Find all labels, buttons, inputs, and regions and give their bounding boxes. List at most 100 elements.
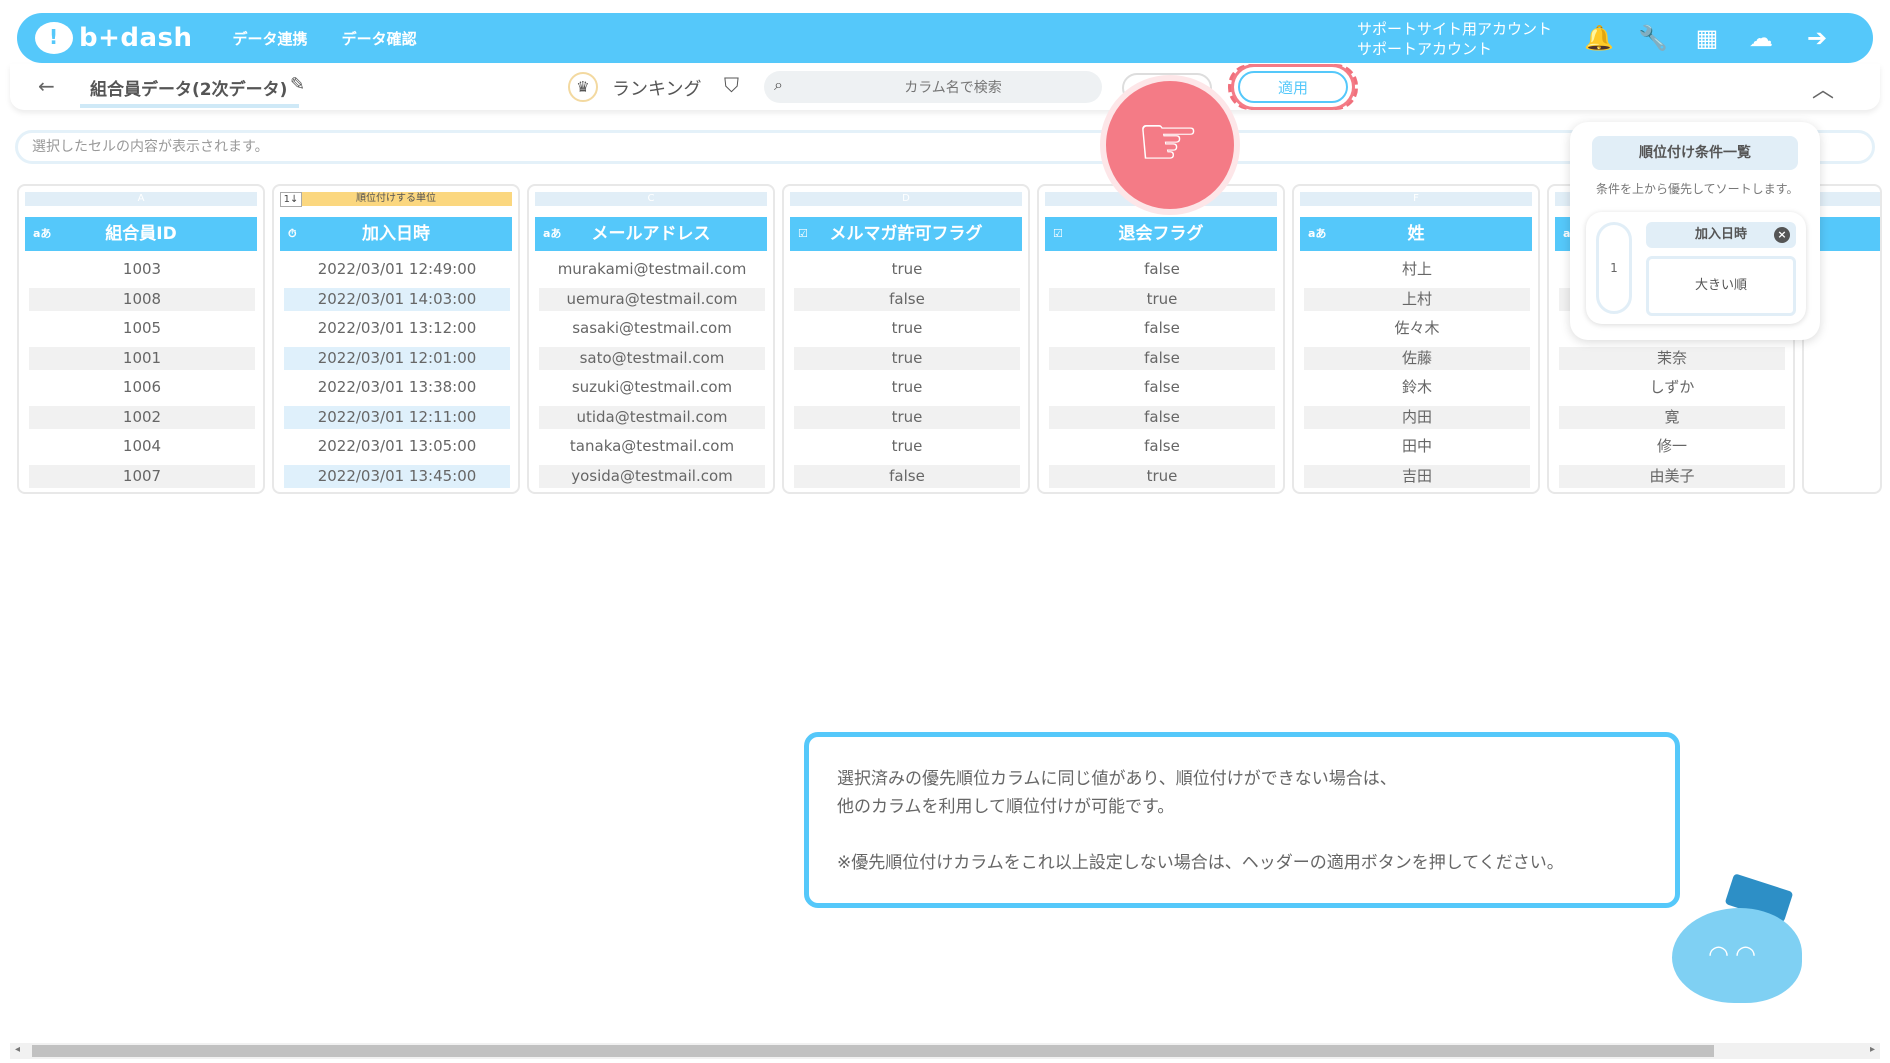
table-cell[interactable]: 1008 xyxy=(29,287,255,311)
table-cell[interactable]: sato@testmail.com xyxy=(539,346,765,370)
logout-icon[interactable]: ➔ xyxy=(1801,23,1833,53)
table-cell[interactable]: 寛 xyxy=(1559,405,1785,429)
table-cell[interactable]: utida@testmail.com xyxy=(539,405,765,429)
beginner-mark-icon[interactable]: ⛉ xyxy=(724,73,739,97)
table-cell[interactable]: false xyxy=(1049,405,1275,429)
condition-item[interactable]: 1 加入日時 × 大きい順 xyxy=(1586,212,1806,324)
table-cell[interactable]: false xyxy=(1049,376,1275,399)
table-cell[interactable]: 2022/03/01 13:38:00 xyxy=(284,376,510,399)
table-cell[interactable]: 2022/03/01 12:11:00 xyxy=(284,405,510,429)
apply-button[interactable]: 適用 xyxy=(1238,71,1348,103)
table-cell[interactable]: true xyxy=(794,405,1020,429)
table-cell[interactable]: 1005 xyxy=(29,317,255,340)
table-cell[interactable]: yosida@testmail.com xyxy=(539,464,765,488)
column-name: 姓 xyxy=(1407,224,1425,244)
scrollbar-thumb[interactable] xyxy=(32,1045,1714,1057)
table-cell[interactable]: false xyxy=(1049,346,1275,370)
table-cell[interactable]: 吉田 xyxy=(1304,464,1530,488)
column-card[interactable]: F aあ 姓 村上 上村 佐々木 佐藤 鈴木 内田 田中 吉田 xyxy=(1292,184,1540,494)
table-cell[interactable]: 佐藤 xyxy=(1304,346,1530,370)
column-card[interactable]: C aあ メールアドレス murakami@testmail.com uemur… xyxy=(527,184,775,494)
table-cell[interactable]: true xyxy=(794,376,1020,399)
column-search-input[interactable] xyxy=(764,71,1102,103)
table-cell[interactable]: 2022/03/01 13:45:00 xyxy=(284,464,510,488)
table-cell[interactable]: false xyxy=(794,287,1020,311)
back-arrow-icon[interactable]: ← xyxy=(38,74,55,98)
table-cell[interactable]: suzuki@testmail.com xyxy=(539,376,765,399)
bell-icon[interactable]: 🔔 xyxy=(1583,23,1615,53)
table-cell[interactable]: 1004 xyxy=(29,435,255,458)
table-cell[interactable]: true xyxy=(794,258,1020,281)
table-cell[interactable]: false xyxy=(1049,435,1275,458)
pointer-hand-indicator: ☞ xyxy=(1100,75,1240,215)
table-cell[interactable]: murakami@testmail.com xyxy=(539,258,765,281)
table-cell[interactable]: uemura@testmail.com xyxy=(539,287,765,311)
column-cells: 1003 1008 1005 1001 1006 1002 1004 1007 xyxy=(29,258,255,494)
table-cell[interactable]: true xyxy=(1049,464,1275,488)
column-header[interactable]: aあ 組合員ID xyxy=(25,217,257,251)
pencil-icon[interactable]: ✎ xyxy=(290,74,305,95)
tooltip-line: 他のカラムを利用して順位付けが可能です。 xyxy=(837,797,1175,817)
app-logo[interactable]: b+dash xyxy=(35,22,193,54)
table-cell[interactable]: false xyxy=(1049,317,1275,340)
nav-data-integration[interactable]: データ連携 xyxy=(233,28,308,49)
table-cell[interactable]: sasaki@testmail.com xyxy=(539,317,765,340)
table-cell[interactable]: 1006 xyxy=(29,376,255,399)
column-letter: D xyxy=(790,192,1022,206)
column-header[interactable]: aあ 姓 xyxy=(1300,217,1532,251)
column-header[interactable]: ☑ 退会フラグ xyxy=(1045,217,1277,251)
column-header[interactable]: aあ メールアドレス xyxy=(535,217,767,251)
close-icon[interactable]: × xyxy=(1774,227,1790,243)
scroll-left-icon[interactable]: ◂ xyxy=(15,1044,20,1055)
sort-order-select[interactable]: 大きい順 xyxy=(1646,256,1796,316)
table-cell[interactable]: 茉奈 xyxy=(1559,346,1785,370)
table-cell[interactable]: 修一 xyxy=(1559,435,1785,458)
pointing-hand-icon: ☞ xyxy=(1136,99,1201,183)
wrench-icon[interactable]: 🔧 xyxy=(1637,23,1669,53)
table-cell[interactable]: false xyxy=(794,464,1020,488)
table-cell[interactable]: 由美子 xyxy=(1559,464,1785,488)
column-card[interactable]: 順位付けする単位 1↓ ⏱ 加入日時 2022/03/01 12:49:00 2… xyxy=(272,184,520,494)
table-cell[interactable]: 2022/03/01 13:12:00 xyxy=(284,317,510,340)
table-cell[interactable]: 村上 xyxy=(1304,258,1530,281)
table-cell[interactable]: 内田 xyxy=(1304,405,1530,429)
table-cell[interactable]: しずか xyxy=(1559,376,1785,399)
table-cell[interactable]: 佐々木 xyxy=(1304,317,1530,340)
table-cell[interactable]: 2022/03/01 14:03:00 xyxy=(284,287,510,311)
table-cell[interactable]: true xyxy=(794,317,1020,340)
table-cell[interactable]: 2022/03/01 12:49:00 xyxy=(284,258,510,281)
mascot-icon[interactable]: ☁ xyxy=(1745,23,1777,53)
table-cell[interactable]: 1003 xyxy=(29,258,255,281)
text-type-icon: aあ xyxy=(33,227,52,240)
grid-icon[interactable]: ▦ xyxy=(1691,23,1723,53)
table-cell[interactable]: false xyxy=(1049,258,1275,281)
scroll-right-icon[interactable]: ▸ xyxy=(1870,1044,1875,1055)
horizontal-scrollbar[interactable]: ◂ ▸ xyxy=(10,1043,1880,1059)
crown-icon: ♛ xyxy=(568,72,598,102)
table-cell[interactable]: 2022/03/01 12:01:00 xyxy=(284,346,510,370)
table-cell[interactable]: tanaka@testmail.com xyxy=(539,435,765,458)
tooltip-line: 選択済みの優先順位カラムに同じ値があり、順位付けができない場合は、 xyxy=(837,769,1397,789)
sheet-title[interactable]: 組合員データ(2次データ) xyxy=(80,75,300,108)
table-cell[interactable]: 田中 xyxy=(1304,435,1530,458)
column-cells: murakami@testmail.com uemura@testmail.co… xyxy=(539,258,765,494)
table-cell[interactable]: 1002 xyxy=(29,405,255,429)
table-cell[interactable]: 2022/03/01 13:05:00 xyxy=(284,435,510,458)
column-header[interactable]: ⏱ 加入日時 xyxy=(280,217,512,251)
chevron-up-icon[interactable]: ︿ xyxy=(1812,72,1834,104)
table-cell[interactable]: 1001 xyxy=(29,346,255,370)
table-cell[interactable]: 鈴木 xyxy=(1304,376,1530,399)
table-cell[interactable]: true xyxy=(794,435,1020,458)
nav-data-check[interactable]: データ確認 xyxy=(342,28,417,49)
column-card[interactable]: A aあ 組合員ID 1003 1008 1005 1001 1006 1002… xyxy=(17,184,265,494)
search-icon: ⌕ xyxy=(774,75,783,94)
column-card[interactable]: D ☑ メルマガ許可フラグ true false true true true … xyxy=(782,184,1030,494)
column-header[interactable]: ☑ メルマガ許可フラグ xyxy=(790,217,1022,251)
table-cell[interactable]: true xyxy=(1049,287,1275,311)
account-info[interactable]: サポートサイト用アカウント サポートアカウント xyxy=(1357,19,1552,59)
column-card[interactable]: E ☑ 退会フラグ false true false false false f… xyxy=(1037,184,1285,494)
column-header[interactable] xyxy=(1810,217,1880,251)
table-cell[interactable]: 1007 xyxy=(29,464,255,488)
table-cell[interactable]: 上村 xyxy=(1304,287,1530,311)
table-cell[interactable]: true xyxy=(794,346,1020,370)
